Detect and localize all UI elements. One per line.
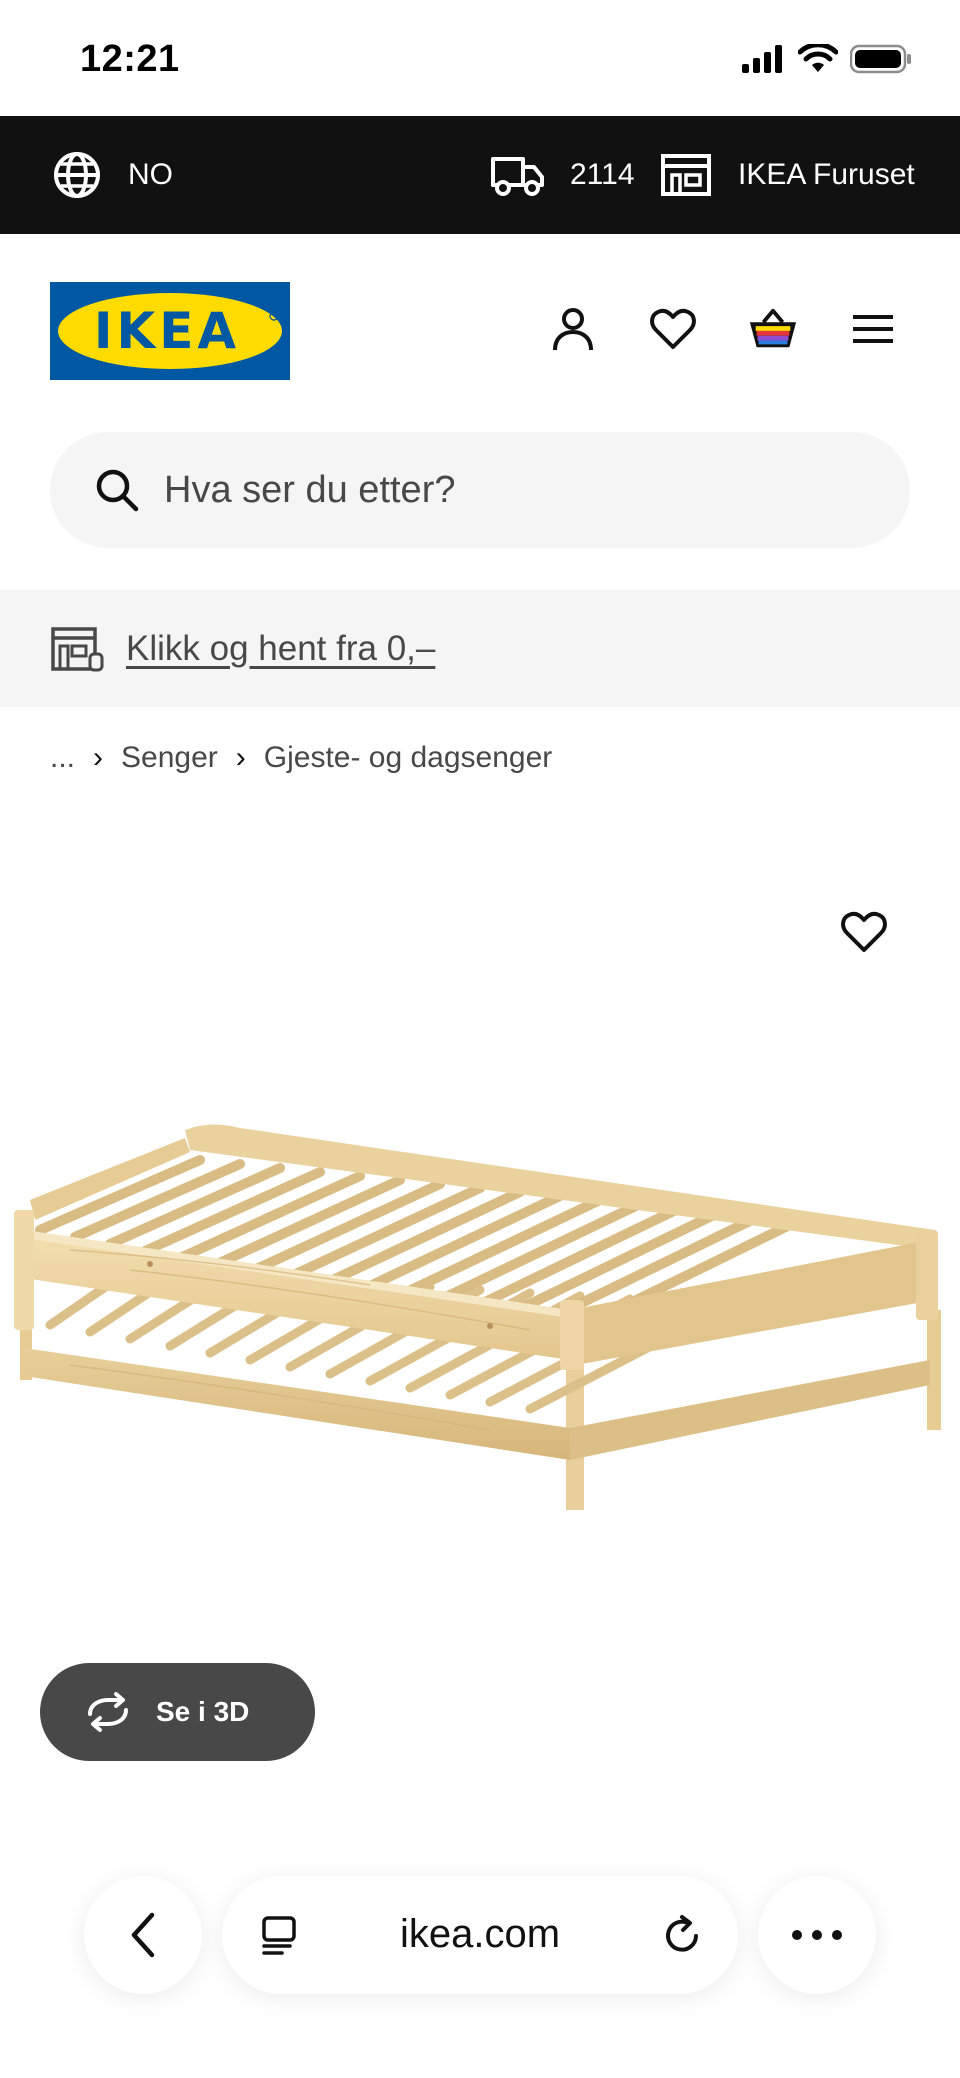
rotate-3d-icon bbox=[88, 1692, 128, 1732]
breadcrumb: ... › Senger › Gjeste- og dagsenger bbox=[50, 738, 552, 778]
browser-address-bar[interactable]: ikea.com bbox=[222, 1876, 738, 1994]
view-in-3d-label: Se i 3D bbox=[156, 1696, 250, 1727]
store-selector[interactable]: IKEA Furuset bbox=[660, 116, 915, 234]
browser-toolbar: ikea.com bbox=[0, 1860, 960, 2078]
battery-icon bbox=[850, 44, 911, 74]
search-icon bbox=[96, 469, 139, 512]
search-input[interactable]: Hva ser du etter? bbox=[50, 432, 910, 548]
breadcrumb-item-senger[interactable]: Senger bbox=[121, 741, 218, 775]
store-label: IKEA Furuset bbox=[738, 158, 915, 191]
user-icon bbox=[553, 308, 593, 351]
breadcrumb-ellipsis[interactable]: ... bbox=[50, 741, 75, 775]
store-icon bbox=[661, 154, 711, 196]
ikea-logo[interactable]: IKEA bbox=[50, 282, 290, 380]
delivery-postal-code[interactable]: 2114 bbox=[490, 116, 635, 234]
browser-back-button[interactable] bbox=[84, 1876, 202, 1994]
basket-icon bbox=[749, 308, 797, 348]
product-image-gallery: Se i 3D bbox=[0, 820, 960, 1860]
wishlist-button[interactable] bbox=[648, 304, 698, 354]
locale-label: NO bbox=[128, 158, 173, 191]
store-pickup-icon bbox=[51, 626, 104, 671]
postal-code-label: 2114 bbox=[570, 158, 635, 191]
heart-icon bbox=[650, 308, 696, 349]
browser-more-button[interactable] bbox=[758, 1876, 876, 1994]
click-collect-banner: Klikk og hent fra 0,– bbox=[0, 590, 960, 707]
globe-icon bbox=[54, 152, 100, 198]
cellular-signal-icon bbox=[742, 45, 782, 73]
svg-text:IKEA: IKEA bbox=[94, 302, 240, 360]
click-collect-link[interactable]: Klikk og hent fra 0,– bbox=[126, 629, 435, 669]
cart-button[interactable] bbox=[748, 304, 798, 354]
heart-icon bbox=[841, 911, 887, 952]
language-selector[interactable]: NO bbox=[52, 116, 173, 234]
ikea-logo-mark: IKEA bbox=[50, 282, 290, 380]
header-actions bbox=[548, 304, 898, 354]
top-utility-bar: NO 2114 IKEA Furuset bbox=[0, 116, 960, 234]
product-image-stackable-bed bbox=[14, 1124, 941, 1510]
view-in-3d-button[interactable]: Se i 3D bbox=[40, 1663, 315, 1761]
site-header: IKEA bbox=[0, 234, 960, 434]
status-time: 12:21 bbox=[80, 38, 180, 80]
menu-button[interactable] bbox=[848, 304, 898, 354]
chevron-right-icon: › bbox=[93, 741, 104, 774]
search-placeholder: Hva ser du etter? bbox=[164, 468, 456, 511]
add-to-wishlist-button[interactable] bbox=[840, 910, 888, 958]
account-button[interactable] bbox=[548, 304, 598, 354]
status-bar: 12:21 bbox=[0, 0, 960, 116]
status-icons bbox=[742, 44, 912, 74]
wifi-icon bbox=[798, 44, 838, 72]
more-icon bbox=[792, 1930, 842, 1940]
chevron-right-icon: › bbox=[235, 741, 246, 774]
reload-icon[interactable] bbox=[660, 1914, 704, 1958]
chevron-left-icon bbox=[131, 1912, 155, 1958]
breadcrumb-item-gjeste-og-dagsenger[interactable]: Gjeste- og dagsenger bbox=[264, 741, 553, 775]
delivery-truck-icon bbox=[491, 157, 544, 196]
menu-icon bbox=[853, 315, 893, 343]
